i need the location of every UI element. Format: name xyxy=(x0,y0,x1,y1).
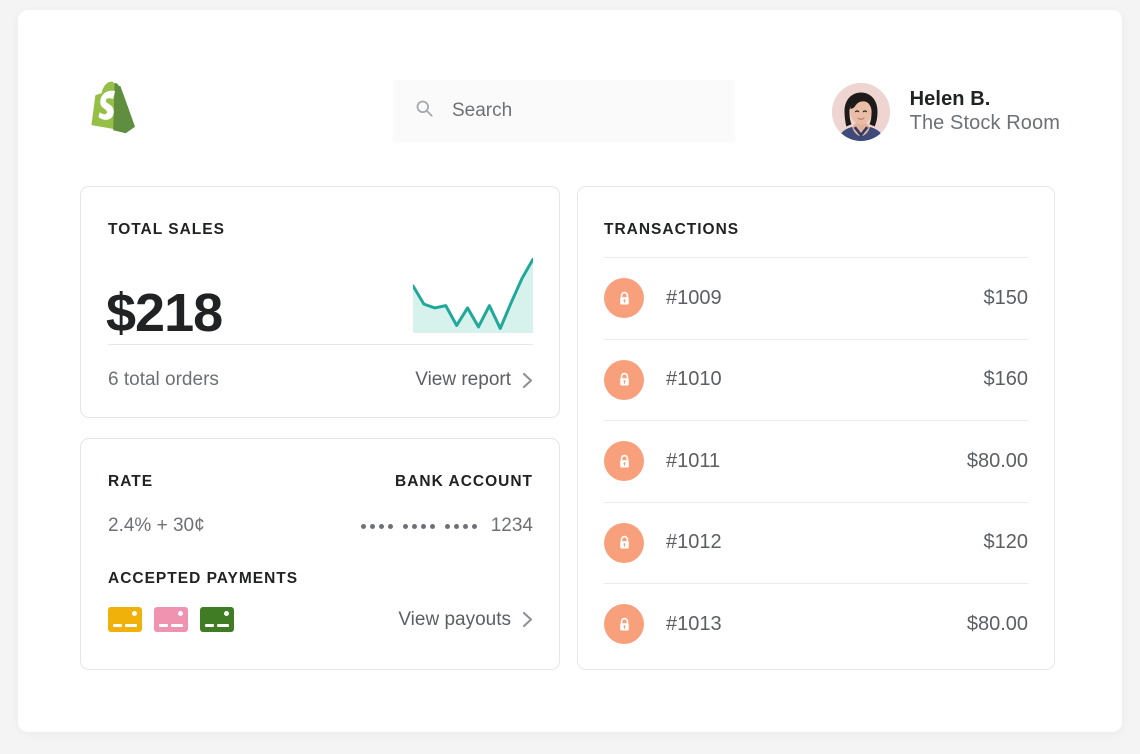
accepted-payments-row: View payouts xyxy=(108,607,533,632)
transaction-row[interactable]: #1011 $80.00 xyxy=(604,420,1028,502)
transaction-amount: $160 xyxy=(984,368,1029,391)
transaction-id: #1011 xyxy=(666,450,720,473)
view-payouts-link[interactable]: View payouts xyxy=(398,609,533,631)
bank-account-last4: 1234 xyxy=(491,515,533,537)
payment-card-green xyxy=(200,607,234,632)
user-menu[interactable]: Helen B. The Stock Room xyxy=(832,80,1060,144)
lock-icon xyxy=(604,278,644,318)
payment-card-icons xyxy=(108,607,234,632)
mask-dot-group xyxy=(403,524,435,529)
shopify-logo[interactable] xyxy=(90,80,146,144)
payment-card-pink xyxy=(154,607,188,632)
mask-dot-group xyxy=(361,524,393,529)
transaction-id: #1009 xyxy=(666,287,722,310)
transaction-row[interactable]: #1009 $150 xyxy=(604,257,1028,339)
total-sales-card: TOTAL SALES $218 6 total orders View rep… xyxy=(80,186,560,418)
search-icon xyxy=(415,99,434,123)
transaction-amount: $80.00 xyxy=(967,613,1028,636)
total-sales-sparkline xyxy=(413,255,533,335)
avatar xyxy=(832,83,890,141)
payment-card-gold xyxy=(108,607,142,632)
view-payouts-label: View payouts xyxy=(398,609,511,631)
rate-heading: RATE xyxy=(108,473,153,491)
total-sales-footer: 6 total orders View report xyxy=(108,369,533,391)
total-sales-amount: $218 xyxy=(106,282,222,344)
mask-dot-group xyxy=(445,524,477,529)
transactions-heading: TRANSACTIONS xyxy=(604,221,739,239)
lock-icon xyxy=(604,523,644,563)
accepted-payments-heading: ACCEPTED PAYMENTS xyxy=(108,570,298,588)
transactions-card: TRANSACTIONS #1009 $150 #1010 $160 #1011 $80.… xyxy=(577,186,1055,670)
bank-account-heading: BANK ACCOUNT xyxy=(395,473,533,491)
total-sales-heading: TOTAL SALES xyxy=(108,221,225,239)
total-orders-label: 6 total orders xyxy=(108,369,219,391)
lock-icon xyxy=(604,441,644,481)
transaction-row[interactable]: #1010 $160 xyxy=(604,339,1028,421)
chevron-right-icon xyxy=(522,611,533,628)
transaction-id: #1013 xyxy=(666,613,722,636)
user-store-name: The Stock Room xyxy=(910,112,1060,136)
rate-bank-card: RATE BANK ACCOUNT 2.4% + 30¢ 1234 ACCEPT… xyxy=(80,438,560,670)
view-report-link[interactable]: View report xyxy=(415,369,533,391)
app-panel: Helen B. The Stock Room TOTAL SALES $218… xyxy=(18,10,1122,732)
chevron-right-icon xyxy=(522,372,533,389)
bank-account-value: 1234 xyxy=(361,515,533,537)
rate-value: 2.4% + 30¢ xyxy=(108,515,205,537)
view-report-label: View report xyxy=(415,369,511,391)
transaction-id: #1012 xyxy=(666,531,722,554)
lock-icon xyxy=(604,604,644,644)
dashboard-content: TOTAL SALES $218 6 total orders View rep… xyxy=(80,186,1074,732)
transactions-list: #1009$150#1010$160#1011$80.00#1012$120#1… xyxy=(604,257,1028,665)
transaction-row[interactable]: #1012 $120 xyxy=(604,502,1028,584)
search-bar[interactable] xyxy=(393,80,735,142)
user-name: Helen B. xyxy=(910,88,1060,112)
transaction-amount: $80.00 xyxy=(967,450,1028,473)
transaction-amount: $120 xyxy=(984,531,1029,554)
transaction-row[interactable]: #1013 $80.00 xyxy=(604,583,1028,665)
transaction-id: #1010 xyxy=(666,368,722,391)
divider xyxy=(108,344,533,345)
search-input[interactable] xyxy=(452,100,692,122)
transaction-amount: $150 xyxy=(984,287,1029,310)
lock-icon xyxy=(604,360,644,400)
app-header: Helen B. The Stock Room xyxy=(18,10,1122,175)
